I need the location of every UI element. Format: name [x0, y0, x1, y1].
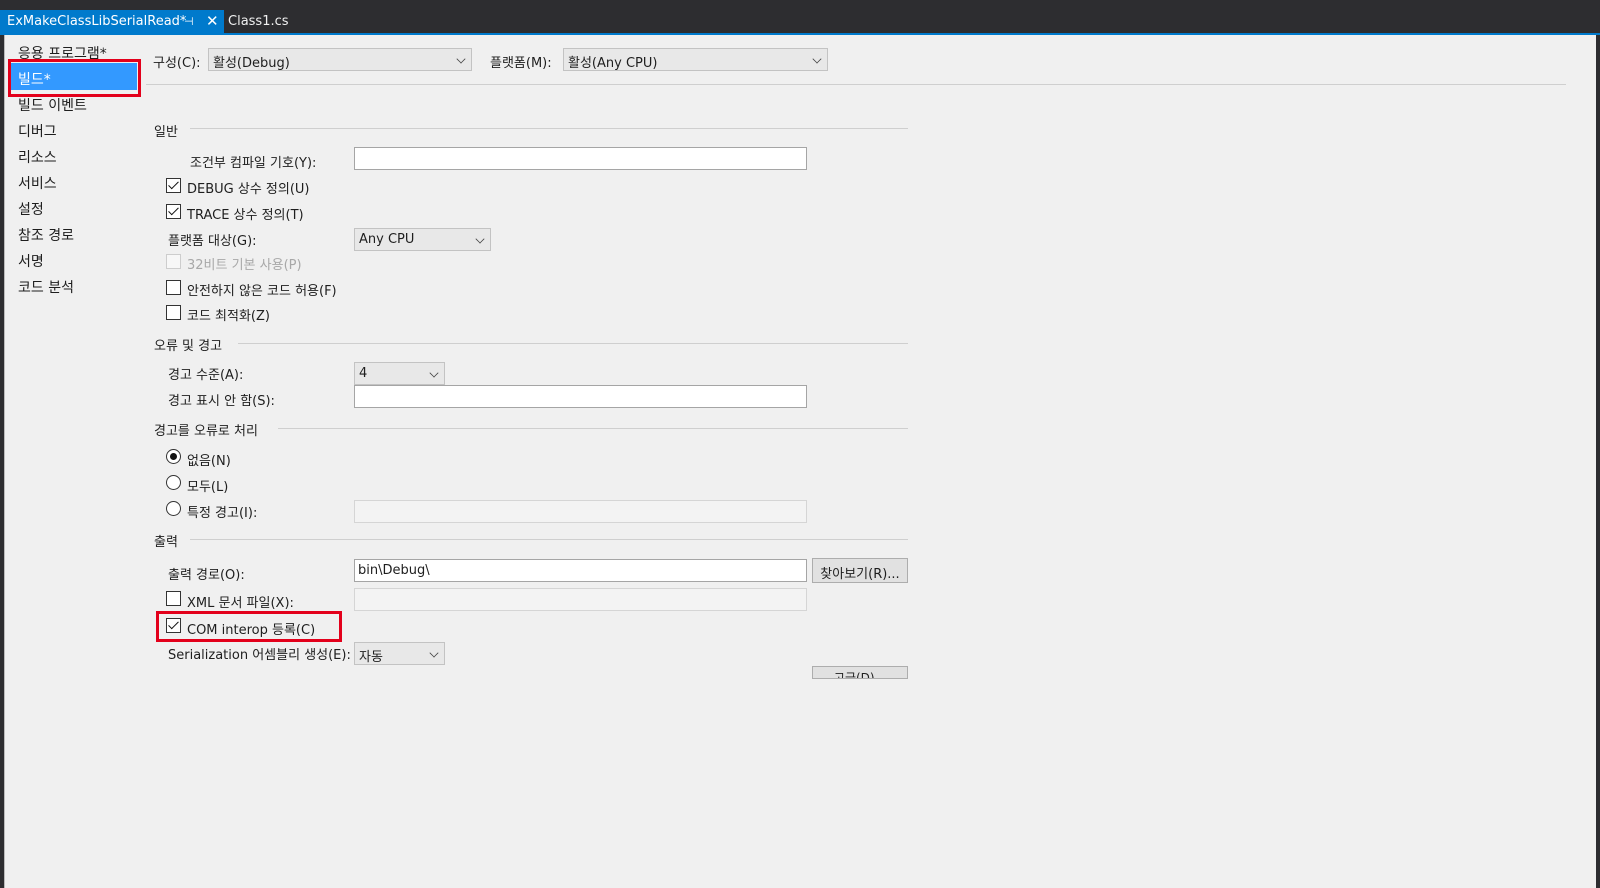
chevron-down-icon: [475, 234, 485, 244]
group-title-errors: 오류 및 경고: [154, 339, 223, 354]
highlight-box-build: [8, 59, 141, 97]
nav-item-reference-paths[interactable]: 참조 경로: [18, 225, 74, 245]
suppress-warnings-label: 경고 표시 안 함(S):: [168, 394, 275, 409]
platform-target-label: 플랫폼 대상(G):: [168, 234, 257, 249]
chevron-down-icon: [429, 648, 439, 658]
treat-all-radio[interactable]: [166, 475, 181, 490]
tab-project-properties[interactable]: ExMakeClassLibSerialRead* ⊣ ✕: [0, 10, 224, 35]
tab-class1[interactable]: Class1.cs: [226, 10, 297, 35]
nav-item-code-analysis[interactable]: 코드 분석: [18, 277, 74, 297]
treat-specific-radio[interactable]: [166, 501, 181, 516]
group-line-general: [190, 128, 908, 129]
cond-symbols-label: 조건부 컴파일 기호(Y):: [190, 156, 317, 171]
treat-none-label: 없음(N): [187, 454, 231, 469]
treat-specific-label: 특정 경고(I):: [187, 506, 258, 521]
config-label: 구성(C):: [153, 56, 201, 71]
optimize-checkbox[interactable]: [166, 305, 181, 320]
chevron-down-icon: [429, 368, 439, 378]
document-tab-strip: ExMakeClassLibSerialRead* ⊣ ✕ Class1.cs: [0, 0, 1600, 35]
serialization-select[interactable]: 자동: [354, 642, 445, 665]
xml-doc-label: XML 문서 파일(X):: [187, 596, 294, 611]
config-separator: [146, 84, 1566, 85]
warning-level-value: 4: [359, 366, 368, 381]
debug-const-checkbox[interactable]: [166, 178, 181, 193]
optimize-label: 코드 최적화(Z): [187, 309, 270, 324]
platform-target-value: Any CPU: [359, 232, 415, 247]
config-select[interactable]: 활성(Debug): [208, 48, 472, 71]
output-path-input[interactable]: bin\Debug\: [354, 559, 807, 582]
serialization-label: Serialization 어셈블리 생성(E):: [168, 648, 351, 663]
group-line-errors: [238, 343, 908, 344]
platform-target-select[interactable]: Any CPU: [354, 228, 491, 251]
platform-value: 활성(Any CPU): [568, 56, 658, 71]
prefer32-label: 32비트 기본 사용(P): [187, 258, 302, 273]
close-icon[interactable]: ✕: [206, 12, 219, 30]
nav-item-signing[interactable]: 서명: [18, 251, 44, 271]
xml-doc-checkbox[interactable]: [166, 591, 181, 606]
chevron-down-icon: [812, 54, 822, 64]
warning-level-select[interactable]: 4: [354, 362, 445, 385]
advanced-button[interactable]: 고급(D)...: [812, 666, 908, 679]
chevron-down-icon: [456, 54, 466, 64]
trace-const-label: TRACE 상수 정의(T): [187, 208, 304, 223]
prefer32-checkbox: [166, 254, 181, 269]
group-title-general: 일반: [154, 125, 178, 140]
platform-label: 플랫폼(M):: [490, 56, 552, 71]
window-edge: [1596, 35, 1600, 888]
debug-const-label: DEBUG 상수 정의(U): [187, 182, 310, 197]
nav-item-build-events[interactable]: 빌드 이벤트: [18, 95, 87, 115]
treat-none-radio[interactable]: [166, 449, 181, 464]
suppress-warnings-input[interactable]: [354, 385, 807, 408]
group-line-treat-warnings: [278, 428, 908, 429]
group-title-treat-warnings: 경고를 오류로 처리: [154, 424, 258, 439]
cond-symbols-input[interactable]: [354, 147, 807, 170]
trace-const-checkbox[interactable]: [166, 204, 181, 219]
browse-button[interactable]: 찾아보기(R)...: [812, 558, 908, 583]
tab-title: ExMakeClassLibSerialRead*: [7, 14, 187, 29]
group-title-output: 출력: [154, 535, 178, 550]
xml-doc-path-input: [354, 588, 807, 611]
nav-item-settings[interactable]: 설정: [18, 199, 44, 219]
warning-level-label: 경고 수준(A):: [168, 368, 244, 383]
serialization-value: 자동: [359, 650, 383, 665]
nav-item-resources[interactable]: 리소스: [18, 147, 57, 167]
nav-item-services[interactable]: 서비스: [18, 173, 57, 193]
config-value: 활성(Debug): [213, 56, 290, 71]
unsafe-checkbox[interactable]: [166, 280, 181, 295]
platform-select[interactable]: 활성(Any CPU): [563, 48, 828, 71]
specific-warnings-input: [354, 500, 807, 523]
output-path-label: 출력 경로(O):: [168, 568, 245, 583]
highlight-box-com-interop: [156, 611, 342, 642]
nav-item-debug[interactable]: 디버그: [18, 121, 57, 141]
treat-all-label: 모두(L): [187, 480, 229, 495]
pin-icon[interactable]: ⊣: [184, 15, 194, 28]
group-line-output: [190, 539, 908, 540]
unsafe-label: 안전하지 않은 코드 허용(F): [187, 284, 337, 299]
